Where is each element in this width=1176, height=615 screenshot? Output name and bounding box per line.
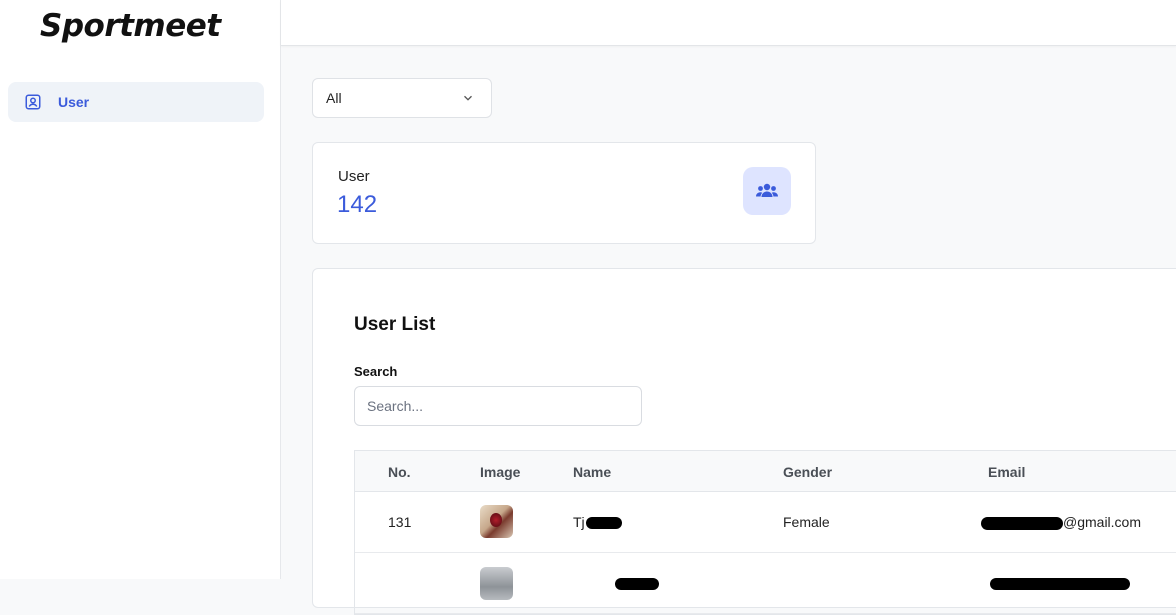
filter-selected-value: All	[326, 90, 342, 106]
filter-dropdown[interactable]: All	[312, 78, 492, 118]
logo-text: Sportmeet	[40, 8, 221, 44]
list-title: User List	[354, 314, 436, 335]
avatar-image	[480, 505, 513, 538]
user-avatar[interactable]	[480, 567, 513, 600]
redaction-mark	[615, 575, 659, 591]
table-header: No. Image Name Gender Email	[355, 451, 1176, 492]
row-email: @gmail.com	[981, 514, 1141, 530]
chevron-down-icon	[461, 91, 475, 105]
column-header-no[interactable]: No.	[388, 464, 411, 480]
column-header-name[interactable]: Name	[573, 464, 611, 480]
stat-value: 142	[337, 191, 378, 218]
sidebar: Sportmeet User	[0, 0, 281, 579]
redaction-mark	[981, 516, 1063, 530]
top-bar	[281, 0, 1176, 46]
row-email-visible: @gmail.com	[1063, 514, 1142, 530]
table-row[interactable]: 131 Tj Female @gmail.com	[355, 492, 1176, 553]
user-square-icon	[24, 93, 42, 111]
sidebar-item-user[interactable]: User	[8, 82, 264, 122]
app-logo[interactable]: Sportmeet	[40, 6, 240, 46]
sidebar-item-label: User	[58, 94, 90, 110]
row-gender: Female	[783, 514, 830, 530]
row-no: 131	[388, 514, 412, 530]
column-header-gender[interactable]: Gender	[783, 464, 832, 480]
user-avatar[interactable]	[480, 505, 513, 538]
stat-label: User	[338, 168, 370, 185]
user-list-card: User List Search No. Image Name Gender E…	[312, 268, 1176, 615]
avatar-image	[480, 567, 513, 600]
search-input[interactable]	[354, 386, 642, 426]
row-name-visible: Tj	[573, 514, 585, 530]
redaction-mark	[990, 575, 1130, 591]
table-row[interactable]	[355, 553, 1176, 614]
search-label: Search	[354, 364, 398, 379]
users-group-icon	[743, 167, 791, 215]
column-header-email[interactable]: Email	[988, 464, 1025, 480]
redaction-mark	[585, 517, 622, 530]
user-count-card: User 142	[312, 142, 816, 244]
row-name: Tj	[573, 514, 622, 530]
column-header-image[interactable]: Image	[480, 464, 520, 480]
user-table: No. Image Name Gender Email 131 Tj Femal…	[354, 450, 1176, 615]
